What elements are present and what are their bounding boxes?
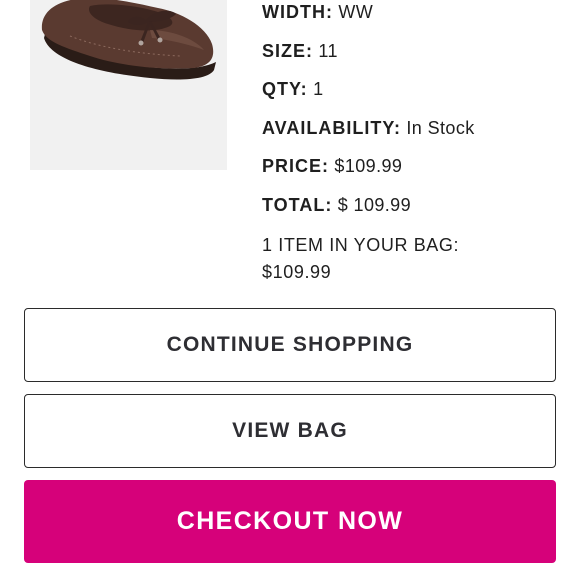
- add-to-bag-confirmation: WIDTH: WW SIZE: 11 QTY: 1 AVAILABILITY: …: [0, 0, 580, 580]
- view-bag-label: VIEW BAG: [232, 419, 348, 442]
- detail-label: TOTAL:: [262, 195, 333, 215]
- shoe-icon: [41, 0, 216, 80]
- detail-value: In Stock: [406, 118, 475, 138]
- detail-width: WIDTH: WW: [262, 1, 373, 23]
- bag-summary: 1 ITEM IN YOUR BAG: $109.99: [262, 232, 459, 286]
- checkout-now-button[interactable]: CHECKOUT NOW: [24, 480, 556, 563]
- bag-summary-total: $109.99: [262, 262, 332, 282]
- detail-label: AVAILABILITY:: [262, 118, 401, 138]
- detail-value: 1: [313, 79, 324, 99]
- view-bag-button[interactable]: VIEW BAG: [24, 394, 556, 468]
- detail-value: $109.99: [334, 156, 403, 176]
- detail-label: WIDTH:: [262, 2, 333, 22]
- detail-value: $ 109.99: [337, 195, 412, 215]
- checkout-now-label: CHECKOUT NOW: [176, 507, 404, 535]
- detail-label: SIZE:: [262, 41, 314, 61]
- detail-availability: AVAILABILITY: In Stock: [262, 117, 475, 139]
- detail-label: PRICE:: [262, 156, 330, 176]
- bag-summary-count: 1 ITEM IN YOUR BAG:: [262, 235, 460, 255]
- detail-label: QTY:: [262, 79, 308, 99]
- detail-total: TOTAL: $ 109.99: [262, 194, 411, 216]
- detail-price: PRICE: $109.99: [262, 155, 402, 177]
- detail-qty: QTY: 1: [262, 78, 324, 100]
- detail-value: 11: [318, 41, 338, 61]
- product-image: [30, 0, 227, 170]
- continue-shopping-button[interactable]: CONTINUE SHOPPING: [24, 308, 556, 382]
- detail-value: WW: [338, 2, 374, 22]
- continue-shopping-label: CONTINUE SHOPPING: [166, 333, 414, 356]
- detail-size: SIZE: 11: [262, 40, 338, 62]
